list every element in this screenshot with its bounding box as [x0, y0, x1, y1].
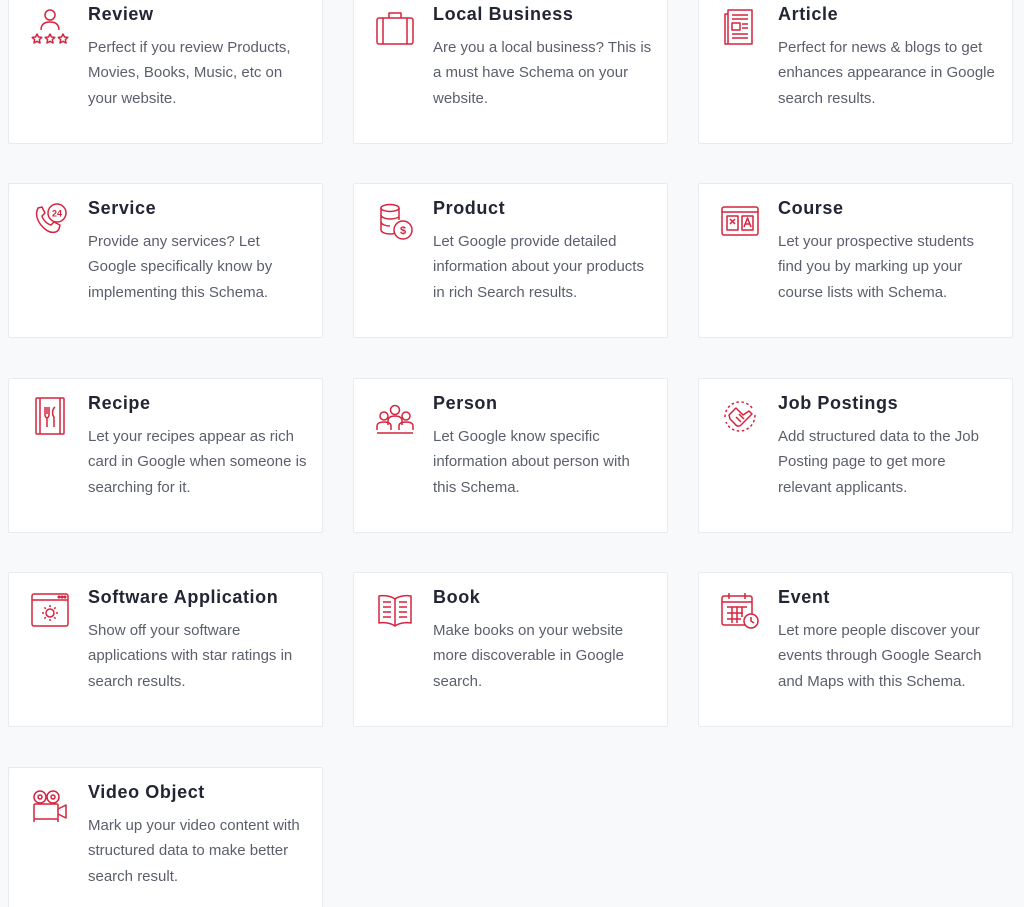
- schema-card-course[interactable]: Course Let your prospective students fin…: [698, 183, 1013, 338]
- svg-text:24: 24: [52, 209, 62, 219]
- schema-card-description: Provide any services? Let Google specifi…: [88, 233, 273, 301]
- schema-card-video-object[interactable]: Video Object Mark up your video content …: [8, 767, 323, 907]
- schema-card-description: Show off your software applications with…: [88, 622, 293, 690]
- schema-card-title: Person: [433, 393, 498, 413]
- schema-card-title: Article: [778, 4, 839, 24]
- schema-card-description: Let more people discover your events thr…: [778, 622, 982, 690]
- schema-card-description: Make books on your website more discover…: [433, 622, 624, 690]
- article-icon: [719, 6, 761, 48]
- recipe-icon: [29, 395, 71, 437]
- schema-card-description: Let Google know specific information abo…: [433, 428, 630, 496]
- schema-card-local-business[interactable]: Local Business Are you a local business?…: [353, 0, 668, 144]
- event-icon: [719, 589, 761, 631]
- course-icon: [719, 200, 761, 242]
- schema-card-software-application[interactable]: Software Application Show off your softw…: [8, 572, 323, 727]
- review-icon: [29, 6, 71, 48]
- service-icon: 24: [29, 200, 71, 242]
- schema-card-title: Recipe: [88, 393, 151, 413]
- schema-type-grid: Review Perfect if you review Products, M…: [0, 0, 1024, 907]
- book-icon: [374, 589, 416, 631]
- schema-card-description: Mark up your video content with structur…: [88, 817, 300, 885]
- schema-card-event[interactable]: Event Let more people discover your even…: [698, 572, 1013, 727]
- schema-card-book[interactable]: Book Make books on your website more dis…: [353, 572, 668, 727]
- job-postings-icon: [719, 395, 761, 437]
- schema-card-description: Perfect for news & blogs to get enhances…: [778, 39, 995, 107]
- schema-card-service[interactable]: 24 Service Provide any services? Let Goo…: [8, 183, 323, 338]
- schema-card-title: Book: [433, 587, 481, 607]
- schema-card-job-postings[interactable]: Job Postings Add structured data to the …: [698, 378, 1013, 533]
- schema-card-description: Let Google provide detailed information …: [433, 233, 644, 301]
- schema-card-product[interactable]: $ Product Let Google provide detailed in…: [353, 183, 668, 338]
- schema-card-title: Video Object: [88, 782, 205, 802]
- schema-card-person[interactable]: Person Let Google know specific informat…: [353, 378, 668, 533]
- schema-card-description: Let your recipes appear as rich card in …: [88, 428, 307, 496]
- local-business-icon: [374, 6, 416, 48]
- schema-card-title: Review: [88, 4, 154, 24]
- person-icon: [374, 395, 416, 437]
- schema-card-description: Let your prospective students find you b…: [778, 233, 974, 301]
- schema-card-title: Course: [778, 198, 844, 218]
- schema-card-title: Local Business: [433, 4, 574, 24]
- software-application-icon: [29, 589, 71, 631]
- schema-card-description: Perfect if you review Products, Movies, …: [88, 39, 291, 107]
- schema-card-title: Software Application: [88, 587, 279, 607]
- schema-card-article[interactable]: Article Perfect for news & blogs to get …: [698, 0, 1013, 144]
- schema-card-title: Product: [433, 198, 506, 218]
- schema-card-title: Service: [88, 198, 157, 218]
- schema-card-title: Event: [778, 587, 831, 607]
- schema-card-description: Add structured data to the Job Posting p…: [778, 428, 979, 496]
- schema-card-description: Are you a local business? This is a must…: [433, 39, 652, 107]
- schema-card-recipe[interactable]: Recipe Let your recipes appear as rich c…: [8, 378, 323, 533]
- svg-text:$: $: [400, 225, 406, 237]
- video-object-icon: [29, 784, 71, 826]
- schema-card-review[interactable]: Review Perfect if you review Products, M…: [8, 0, 323, 144]
- schema-card-title: Job Postings: [778, 393, 899, 413]
- product-icon: $: [374, 200, 416, 242]
